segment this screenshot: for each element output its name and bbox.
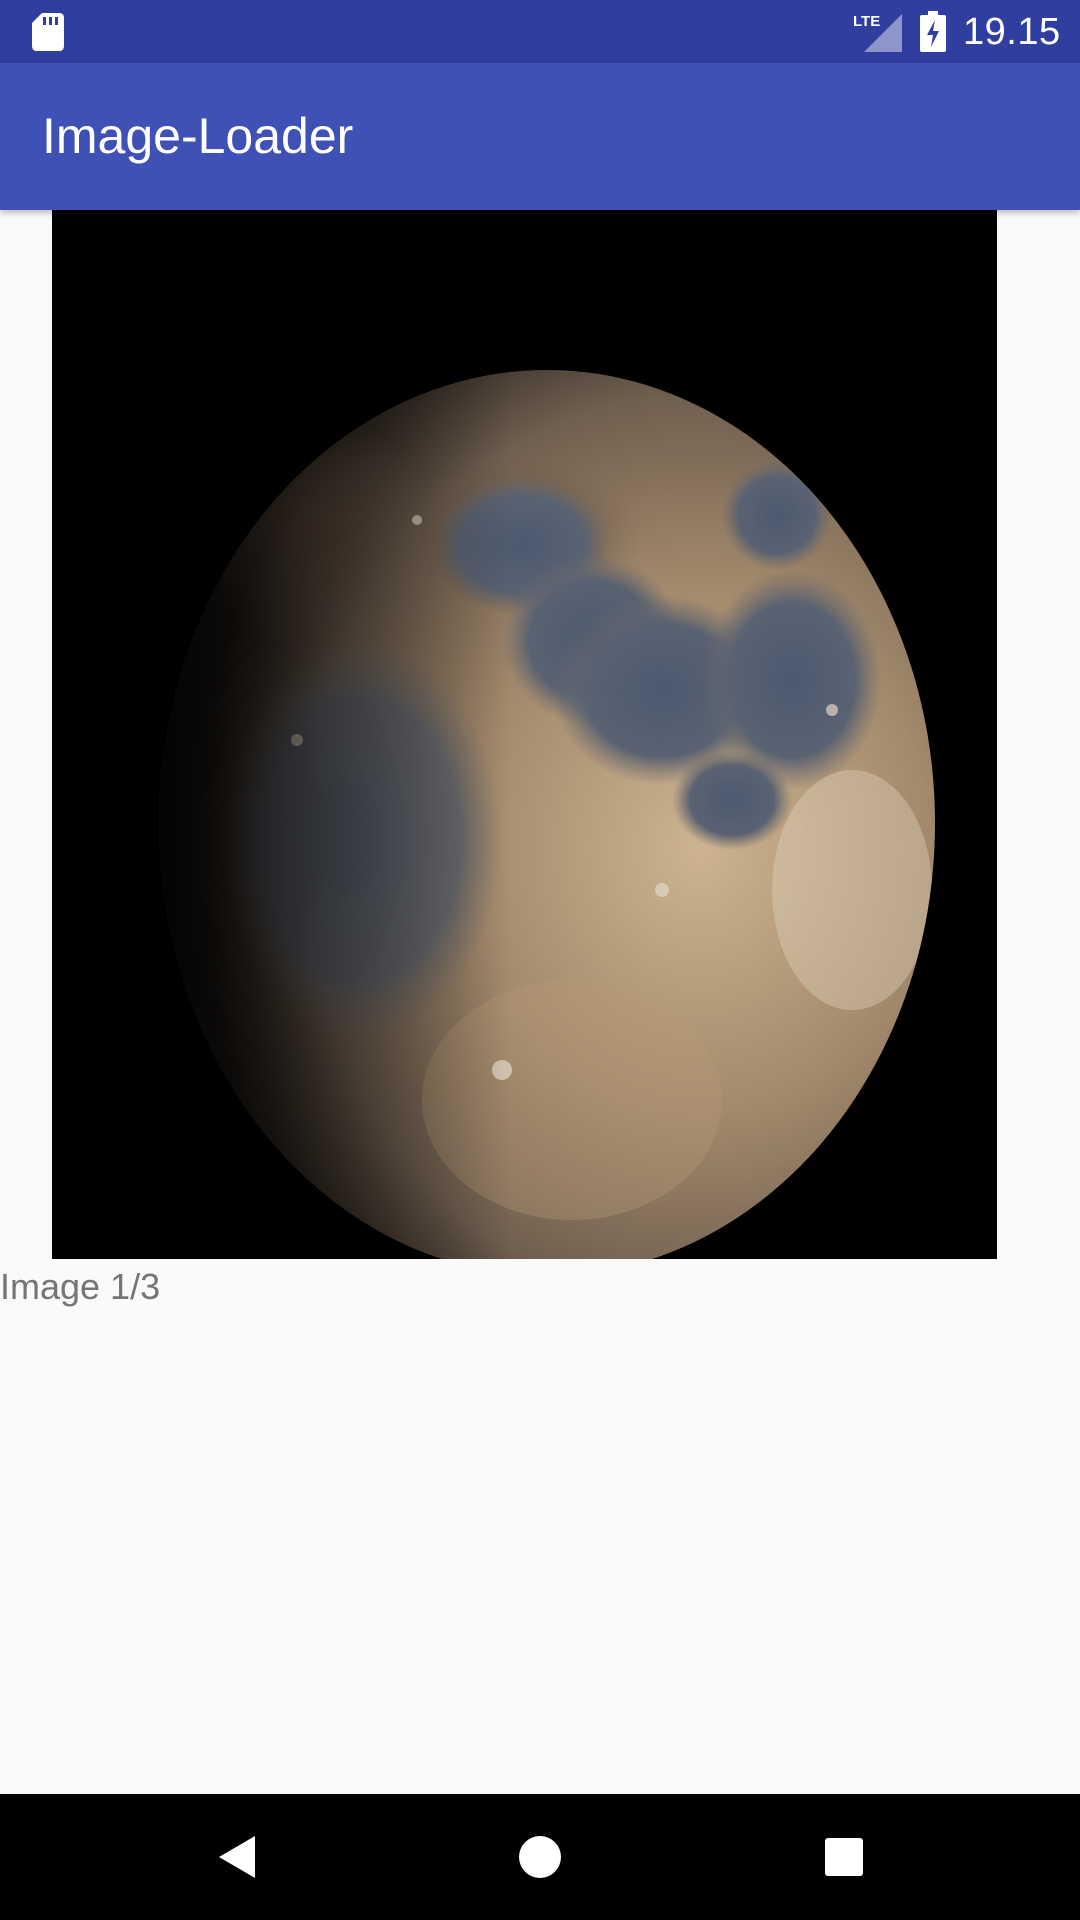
screen: LTE 19.15 Image-Loader Image 1/3 [0,0,1080,1920]
recents-button[interactable] [764,1794,924,1920]
back-button[interactable] [157,1794,317,1920]
battery-charging-icon [920,11,946,52]
app-bar: Image-Loader [0,63,1080,210]
moon-image[interactable] [52,210,997,1259]
lte-label: LTE [853,13,880,30]
recents-icon [825,1838,863,1876]
status-bar: LTE 19.15 [0,0,1080,63]
back-icon [219,1836,255,1878]
app-title: Image-Loader [42,108,354,164]
moon-photo [52,210,997,1259]
lte-signal-icon: LTE [853,13,902,52]
navigation-bar [0,1794,1080,1920]
sd-card-icon [32,13,64,51]
home-icon [519,1836,561,1878]
image-counter: Image 1/3 [0,1266,161,1307]
home-button[interactable] [460,1794,620,1920]
status-clock: 19.15 [963,11,1061,53]
